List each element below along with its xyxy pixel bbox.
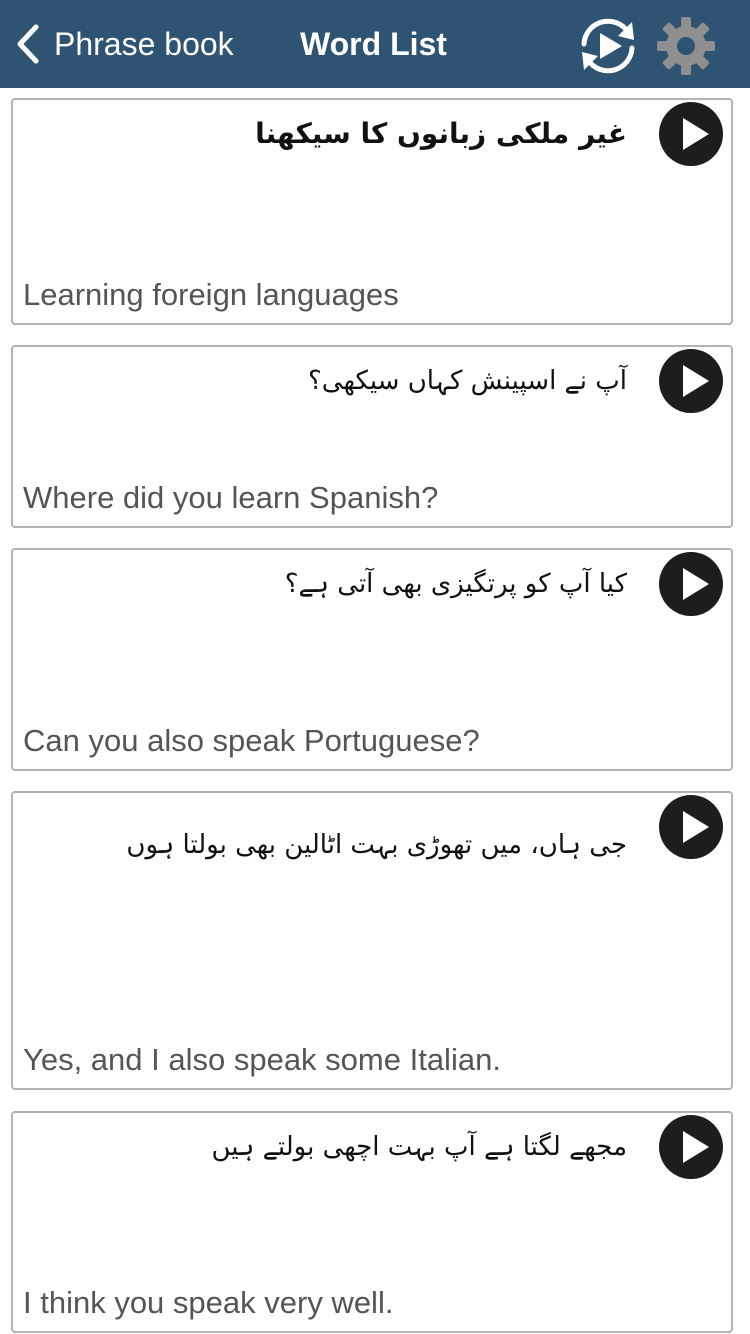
play-button[interactable] — [659, 1115, 723, 1179]
urdu-phrase: کیا آپ کو پرتگیزی بھی آتی ہے؟ — [284, 569, 627, 599]
urdu-phrase: مجھے لگتا ہے آپ بہت اچھی بولتے ہیں — [211, 1132, 628, 1162]
page-title: Word List — [300, 26, 447, 62]
play-icon — [683, 365, 709, 397]
english-translation: Learning foreign languages — [23, 277, 399, 312]
play-icon — [683, 568, 709, 600]
play-button[interactable] — [659, 349, 723, 413]
play-icon — [683, 1131, 709, 1163]
english-translation: Can you also speak Portuguese? — [23, 723, 480, 758]
phrase-card[interactable]: مجھے لگتا ہے آپ بہت اچھی بولتے ہیں I thi… — [11, 1111, 733, 1333]
urdu-phrase: جی ہاں، میں تھوڑی بہت اٹالین بھی بولتا ہ… — [126, 830, 627, 860]
english-translation: Where did you learn Spanish? — [23, 480, 439, 515]
play-icon — [683, 811, 709, 843]
phrase-card[interactable]: جی ہاں، میں تھوڑی بہت اٹالین بھی بولتا ہ… — [11, 791, 733, 1090]
chevron-left-icon — [17, 24, 39, 64]
urdu-phrase: آپ نے اسپینش کہاں سیکھی؟ — [308, 366, 627, 396]
play-icon — [683, 118, 709, 150]
phrase-card[interactable]: آپ نے اسپینش کہاں سیکھی؟ Where did you l… — [11, 345, 733, 528]
phrase-card[interactable]: کیا آپ کو پرتگیزی بھی آتی ہے؟ Can you al… — [11, 548, 733, 771]
navigation-bar: Phrase book Word List — [0, 0, 750, 88]
gear-icon — [657, 17, 715, 75]
play-button[interactable] — [659, 102, 723, 166]
settings-button[interactable] — [654, 14, 718, 78]
play-button[interactable] — [659, 795, 723, 859]
english-translation: I think you speak very well. — [23, 1285, 394, 1320]
back-button-label: Phrase book — [54, 25, 234, 62]
play-button[interactable] — [659, 552, 723, 616]
back-button[interactable]: Phrase book — [14, 22, 234, 66]
autoplay-repeat-icon — [581, 18, 635, 74]
phrase-card[interactable]: غیر ملکی زبانوں کا سیکھنا Learning forei… — [11, 98, 733, 325]
english-translation: Yes, and I also speak some Italian. — [23, 1042, 501, 1077]
urdu-phrase: غیر ملکی زبانوں کا سیکھنا — [255, 117, 627, 150]
autoplay-button[interactable] — [574, 14, 642, 78]
